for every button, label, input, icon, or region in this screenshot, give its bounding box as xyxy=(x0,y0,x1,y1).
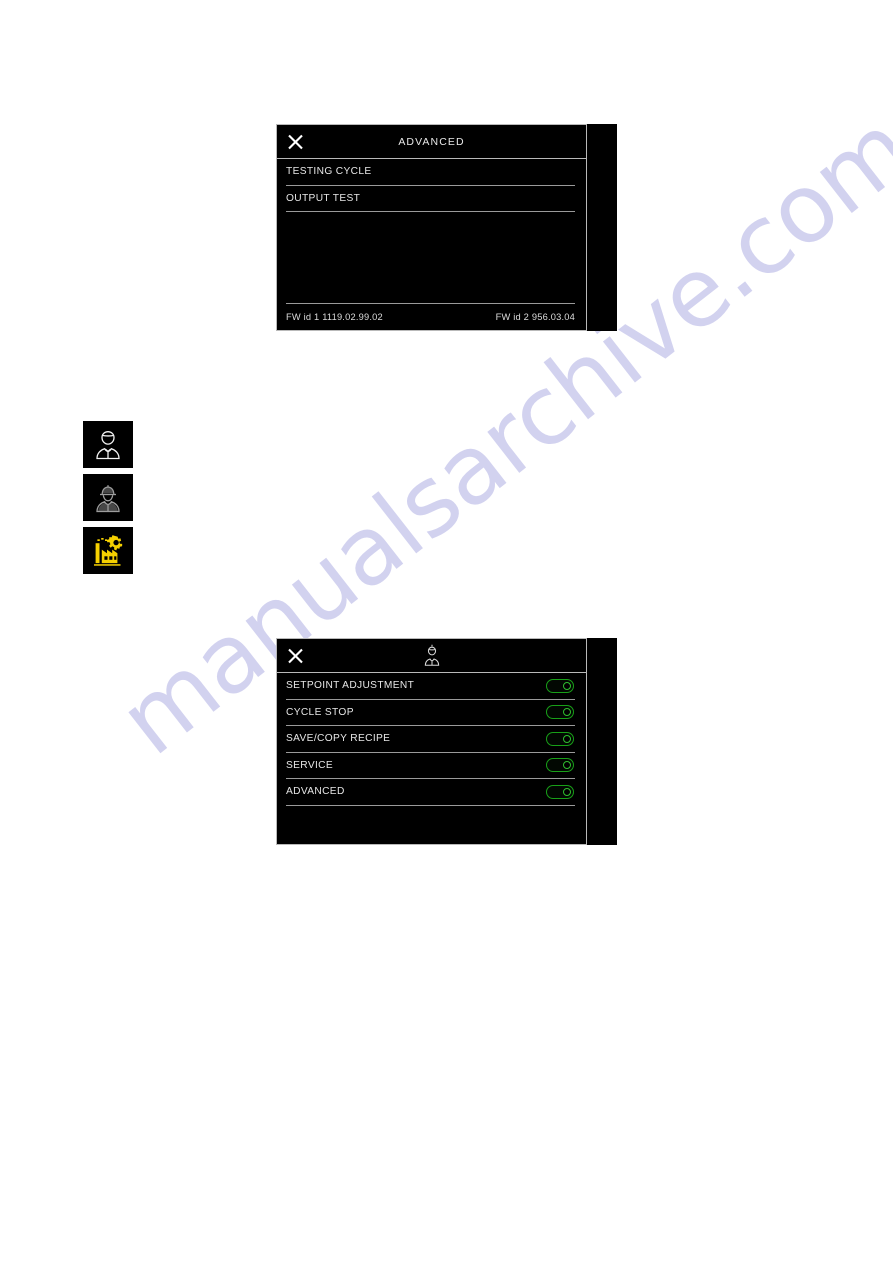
list-empty-space xyxy=(286,806,575,845)
advanced-screen: ADVANCED TESTING CYCLE OUTPUT TEST FW id… xyxy=(276,124,587,331)
list-item-service[interactable]: SERVICE xyxy=(286,753,575,779)
permissions-screen-panel: SETPOINT ADJUSTMENT CYCLE STOP SAVE/COPY… xyxy=(276,638,617,845)
list-item-label: SERVICE xyxy=(286,759,333,771)
toggle-cycle-stop[interactable] xyxy=(546,705,574,720)
toggle-advanced[interactable] xyxy=(546,784,574,799)
operator-icon-tile[interactable] xyxy=(83,421,133,468)
list-item-advanced[interactable]: ADVANCED xyxy=(286,779,575,806)
advanced-list: TESTING CYCLE OUTPUT TEST FW id 1 1119.0… xyxy=(277,159,586,330)
firmware-footer: FW id 1 1119.02.99.02 FW id 2 956.03.04 xyxy=(286,303,575,330)
list-item-label: ADVANCED xyxy=(286,786,345,798)
list-item-label: SETPOINT ADJUSTMENT xyxy=(286,680,415,692)
advanced-header: ADVANCED xyxy=(277,125,586,159)
operator-icon xyxy=(424,644,439,666)
factory-gear-icon xyxy=(94,534,123,566)
toggle-knob xyxy=(563,734,571,743)
permissions-header xyxy=(277,639,586,673)
list-item-output-test[interactable]: OUTPUT TEST xyxy=(286,186,575,212)
firmware-id-1: FW id 1 1119.02.99.02 xyxy=(286,312,383,322)
advanced-side-bezel xyxy=(587,124,617,331)
permissions-screen: SETPOINT ADJUSTMENT CYCLE STOP SAVE/COPY… xyxy=(276,638,587,845)
toggle-save-copy-recipe[interactable] xyxy=(546,731,574,746)
toggle-knob xyxy=(563,681,571,690)
factory-gear-icon-tile[interactable] xyxy=(83,527,133,574)
close-icon[interactable] xyxy=(286,132,305,151)
list-item-save-copy-recipe[interactable]: SAVE/COPY RECIPE xyxy=(286,726,575,753)
list-item-label: OUTPUT TEST xyxy=(286,192,361,204)
page-title: ADVANCED xyxy=(398,135,465,148)
advanced-screen-panel: ADVANCED TESTING CYCLE OUTPUT TEST FW id… xyxy=(276,124,617,331)
list-empty-space xyxy=(286,212,575,303)
toggle-setpoint-adjustment[interactable] xyxy=(546,678,574,693)
maintenance-worker-icon xyxy=(96,484,120,512)
firmware-id-2: FW id 2 956.03.04 xyxy=(495,312,575,322)
list-item-setpoint-adjustment[interactable]: SETPOINT ADJUSTMENT xyxy=(286,673,575,700)
header-user-level-icon-wrap xyxy=(277,643,586,669)
list-item-label: SAVE/COPY RECIPE xyxy=(286,733,391,745)
toggle-knob xyxy=(563,761,571,770)
permissions-list: SETPOINT ADJUSTMENT CYCLE STOP SAVE/COPY… xyxy=(277,673,586,844)
maintenance-worker-icon-tile[interactable] xyxy=(83,474,133,521)
close-icon[interactable] xyxy=(286,646,305,665)
list-item-label: TESTING CYCLE xyxy=(286,166,372,178)
list-item-cycle-stop[interactable]: CYCLE STOP xyxy=(286,700,575,726)
list-item-label: CYCLE STOP xyxy=(286,706,354,718)
operator-icon xyxy=(96,430,120,459)
toggle-service[interactable] xyxy=(546,758,574,773)
list-item-testing-cycle[interactable]: TESTING CYCLE xyxy=(286,159,575,186)
permissions-side-bezel xyxy=(587,638,617,845)
toggle-knob xyxy=(563,708,571,717)
toggle-knob xyxy=(563,787,571,796)
